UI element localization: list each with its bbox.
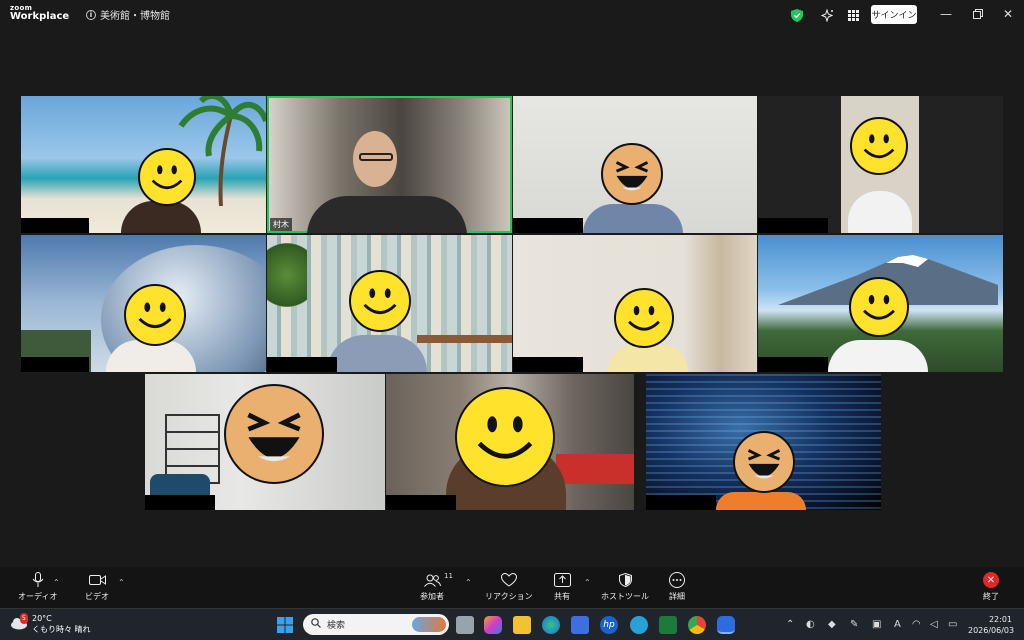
smile-emoji-icon [455,387,555,487]
tray-app-icon[interactable]: ◐ [806,619,815,630]
chrome-icon[interactable] [688,616,706,634]
smile-emoji-icon [124,284,186,346]
video-tile[interactable] [145,374,385,510]
video-button[interactable]: ビデオ [85,571,109,602]
audio-button[interactable]: オーディオ [18,571,57,602]
clock-time: 22:01 [988,615,1012,624]
taskbar-search[interactable]: 検索 [303,614,449,635]
video-tile[interactable] [758,235,1003,372]
shield-check-icon[interactable] [790,8,804,22]
participant-count: 11 [444,572,453,580]
video-options-caret-icon[interactable]: ⌃ [118,578,125,587]
weather-widget[interactable]: 5 20°C くもり時々 晴れ [10,613,91,635]
video-camera-icon [88,571,106,589]
windows-start-icon[interactable] [276,616,294,634]
participant-name: 村木 [270,218,292,231]
more-button[interactable]: 詳細 [668,571,686,602]
name-tag [758,218,828,233]
zoom-app-icon[interactable] [717,616,735,634]
meeting-info[interactable]: i 美術館・博物館 [86,7,170,22]
laughing-emoji-icon [224,384,324,484]
audio-options-caret-icon[interactable]: ⌃ [53,578,60,587]
meeting-title: 美術館・博物館 [100,11,170,22]
name-tag [758,357,828,372]
weather-desc: くもり時々 晴れ [32,625,91,634]
microphone-icon [29,571,47,589]
search-placeholder: 検索 [327,621,346,631]
restore-icon[interactable] [970,6,986,22]
search-highlight-icon [412,617,446,632]
participants-button[interactable]: 参加者 [420,571,444,602]
share-button[interactable]: 共有 [553,571,571,602]
edge-browser-icon[interactable] [542,616,560,634]
app-icon[interactable] [630,616,648,634]
info-icon[interactable]: i [86,9,96,20]
reaction-button[interactable]: リアクション [485,571,533,602]
speaker-icon[interactable]: ◁ [930,619,938,630]
clock-date: 2026/06/03 [968,626,1015,635]
video-tile[interactable] [513,235,757,372]
video-tile[interactable] [21,235,266,372]
wifi-icon[interactable]: ◠ [912,619,921,630]
name-tag [145,495,215,510]
tray-expand-icon[interactable]: ⌃ [786,619,794,630]
name-tag [21,357,89,372]
weather-temp: 20°C [32,614,52,623]
copilot-icon[interactable] [484,616,502,634]
name-tag [513,357,583,372]
laughing-emoji-icon [733,431,795,493]
system-clock[interactable]: 22:01 2026/06/03 [968,614,1015,636]
share-screen-icon [553,571,571,589]
minimize-icon[interactable]: — [938,6,954,22]
battery-icon[interactable]: ▭ [948,619,957,630]
tray-screen-icon[interactable]: ▣ [872,619,881,630]
smile-emoji-icon [614,288,674,348]
ime-mode[interactable]: A [894,619,901,630]
microsoft-store-icon[interactable] [571,616,589,634]
name-tag [21,218,89,233]
windows-taskbar: 5 20°C くもり時々 晴れ 検索 hp ⌃ ◐ ◆ ✎ ▣ A ◠ ◁ ▭ … [0,608,1024,640]
apps-grid-icon[interactable] [846,8,860,22]
video-tile[interactable] [513,96,757,233]
hp-icon[interactable]: hp [600,616,618,634]
file-explorer-icon[interactable] [513,616,531,634]
meeting-toolbar: オーディオ ⌃ ビデオ ⌃ 参加者 11 ⌃ リアクション 共有 ⌃ ホストツー… [0,567,1024,608]
title-bar: zoom Workplace i 美術館・博物館 サインイン — ✕ [0,0,1024,30]
end-meeting-button[interactable]: ✕ 終了 [982,571,1000,602]
dropbox-icon[interactable]: ◆ [828,619,836,630]
shield-icon [616,571,634,589]
share-options-caret-icon[interactable]: ⌃ [584,578,591,587]
more-dots-icon [668,571,686,589]
name-tag [267,357,337,372]
smile-emoji-icon [138,148,196,206]
close-icon[interactable]: ✕ [1000,6,1016,22]
smile-emoji-icon [849,277,909,337]
smile-emoji-icon [349,270,411,332]
pen-icon[interactable]: ✎ [850,619,858,630]
video-gallery: 村木 [21,96,1003,510]
end-x-icon: ✕ [983,572,999,588]
participants-icon [423,571,441,589]
video-tile[interactable] [758,96,1003,233]
zoom-logo: zoom Workplace [10,4,70,22]
ai-sparkle-icon[interactable] [820,8,834,22]
laughing-emoji-icon [601,143,663,205]
participants-options-caret-icon[interactable]: ⌃ [465,578,472,587]
video-tile[interactable] [386,374,634,510]
signin-button[interactable]: サインイン [871,5,917,24]
weather-alert-badge: 5 [20,613,28,624]
search-icon [311,618,321,631]
host-tools-button[interactable]: ホストツール [601,571,649,602]
video-tile[interactable] [646,374,881,510]
name-tag [513,218,583,233]
excel-icon[interactable] [659,616,677,634]
task-view-icon[interactable] [456,616,474,634]
video-tile[interactable] [267,235,512,372]
video-tile-active-speaker[interactable]: 村木 [267,96,512,233]
name-tag [386,495,456,510]
video-tile[interactable] [21,96,266,233]
smile-emoji-icon [850,117,908,175]
heart-icon [500,571,518,589]
name-tag [646,495,716,510]
